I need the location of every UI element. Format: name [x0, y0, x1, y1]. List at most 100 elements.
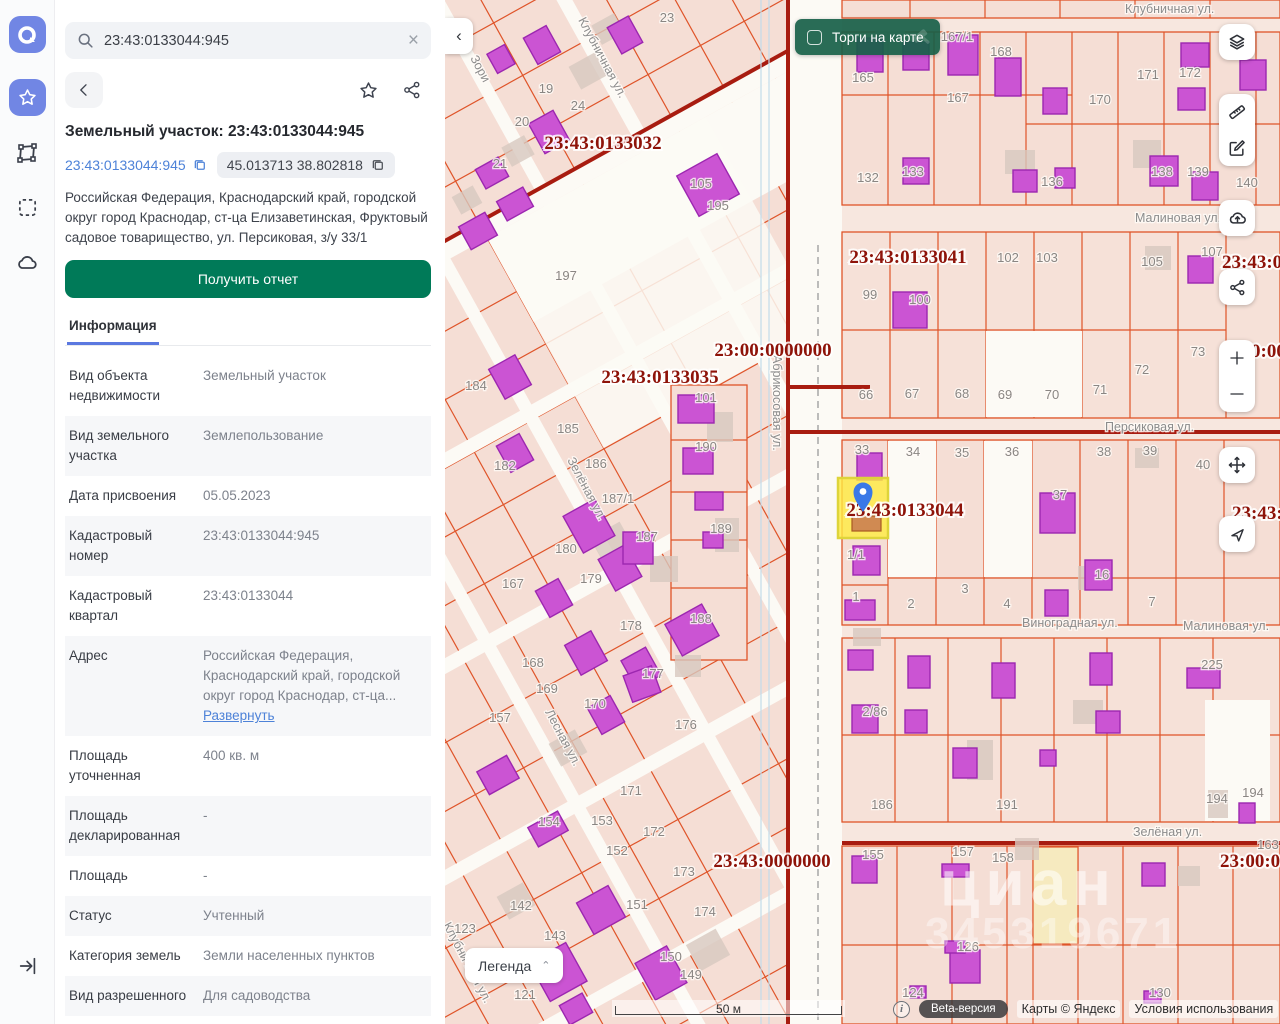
parcel-number: 38 — [1097, 444, 1111, 459]
table-row: Дата присвоения05.05.2023 — [65, 476, 431, 516]
cadastral-number-link[interactable]: 23:43:0133044:945 — [65, 157, 207, 173]
coordinates-chip[interactable]: 45.013713 38.802818 — [217, 152, 395, 178]
parcel-number: 167 — [947, 90, 969, 105]
favorite-button[interactable] — [349, 72, 387, 108]
parcel-number: 194 — [1206, 791, 1228, 806]
parcel-number: 2/86 — [862, 704, 887, 719]
building[interactable] — [1043, 88, 1067, 114]
clear-search-icon[interactable]: × — [408, 31, 419, 50]
share-map-button[interactable] — [1219, 269, 1255, 305]
parcel-number: 21 — [493, 156, 507, 171]
map-svg: 2319202421197184185186182187/11871901891… — [445, 0, 1280, 1024]
building[interactable] — [1240, 60, 1266, 90]
building[interactable] — [857, 453, 882, 480]
sidebar-item-polygon[interactable] — [9, 134, 46, 171]
parcel-number: 20 — [515, 114, 529, 129]
building[interactable] — [908, 656, 930, 688]
parcel-number: 103 — [1036, 250, 1058, 265]
upload-button[interactable] — [1219, 200, 1255, 236]
building[interactable] — [1045, 590, 1068, 616]
building[interactable] — [1013, 170, 1037, 192]
info-icon[interactable]: i — [893, 1001, 910, 1018]
legend-button[interactable]: Легенда ⌃ — [465, 948, 563, 983]
sidebar-item-cloud[interactable] — [9, 244, 46, 281]
building[interactable] — [1142, 863, 1165, 886]
share-button[interactable] — [393, 72, 431, 108]
row-label: Кадастровый квартал — [69, 586, 203, 626]
table-row: Площадь декларированная- — [65, 796, 431, 856]
copy-icon[interactable] — [371, 158, 385, 172]
parcel-number: 102 — [997, 250, 1019, 265]
parcel-number: 153 — [591, 813, 613, 828]
search-input[interactable] — [104, 33, 408, 49]
building[interactable] — [905, 710, 927, 733]
tab-information[interactable]: Информация — [67, 312, 159, 345]
building[interactable] — [848, 650, 873, 670]
parcel-number: 182 — [494, 458, 516, 473]
building[interactable] — [1040, 750, 1056, 766]
building[interactable] — [695, 492, 723, 510]
row-label: Площадь уточненная — [69, 746, 203, 786]
building[interactable] — [1090, 653, 1112, 685]
table-row: Кадастровый номер23:43:0133044:945 — [65, 516, 431, 576]
logout-button[interactable] — [9, 947, 46, 984]
app-logo[interactable] — [9, 16, 46, 53]
building[interactable] — [1181, 43, 1209, 67]
torgi-checkbox[interactable] — [807, 30, 822, 45]
sidebar-item-select-area[interactable] — [9, 189, 46, 226]
parcel-number: 168 — [990, 44, 1012, 59]
parcel-number: 185 — [557, 421, 579, 436]
sidebar-item-favorites[interactable] — [9, 79, 46, 116]
collapse-panel-button[interactable]: ‹ — [445, 18, 473, 54]
page-title: Земельный участок: 23:43:0133044:945 — [65, 123, 431, 141]
copy-icon[interactable] — [193, 158, 207, 172]
quarter-label: 0:0000000 — [1251, 341, 1280, 362]
building[interactable] — [995, 58, 1021, 96]
building-footprint — [650, 556, 678, 582]
pan-button[interactable] — [1219, 447, 1255, 483]
quarter-label: 23:43:0133041 — [849, 247, 966, 268]
parcel-number: 130 — [1149, 985, 1171, 1000]
zoom-out-button[interactable] — [1219, 376, 1255, 412]
back-chevron-icon — [76, 82, 92, 98]
parcel-number: 24 — [571, 98, 585, 113]
expand-address-link[interactable]: Развернуть — [203, 708, 275, 723]
parcel-number: 124 — [902, 985, 924, 1000]
search-bar[interactable]: × — [65, 22, 431, 59]
street-label: Абрикосовая ул. — [770, 355, 784, 451]
watermark-id: 345319671 — [925, 909, 1181, 958]
draw-button[interactable] — [1219, 130, 1255, 166]
parcel-number: 35 — [955, 445, 969, 460]
building[interactable] — [953, 748, 977, 778]
building[interactable] — [1178, 88, 1205, 110]
building[interactable] — [1188, 256, 1213, 283]
terms-link[interactable]: Условия использования — [1134, 1002, 1273, 1016]
parcel-number: 19 — [539, 81, 553, 96]
building[interactable] — [992, 663, 1015, 698]
share-icon — [402, 80, 422, 100]
gavel-icon — [908, 23, 934, 49]
parcel-number: 184 — [465, 378, 487, 393]
torgi-toggle[interactable]: Торги на карте — [795, 19, 940, 55]
building[interactable] — [1239, 803, 1255, 823]
layers-button[interactable] — [1219, 24, 1255, 60]
parcel-number: 107 — [1201, 244, 1223, 259]
locate-button[interactable] — [1219, 516, 1255, 552]
street-label: Зелёная ул. — [1133, 825, 1202, 839]
zoom-in-button[interactable] — [1219, 340, 1255, 376]
parcel-number: 36 — [1005, 444, 1019, 459]
back-button[interactable] — [65, 72, 103, 108]
yandex-copyright[interactable]: Карты © Яндекс — [1017, 1000, 1121, 1018]
building[interactable] — [1096, 711, 1120, 733]
parcel-number: 68 — [955, 386, 969, 401]
info-table: Вид объекта недвижимостиЗемельный участо… — [65, 356, 431, 1016]
parcel-number: 39 — [1143, 443, 1157, 458]
building[interactable] — [845, 600, 875, 620]
measure-button[interactable] — [1219, 94, 1255, 130]
get-report-button[interactable]: Получить отчет — [65, 260, 431, 298]
parcel-number: 167 — [502, 576, 524, 591]
parcel-number: 176 — [675, 717, 697, 732]
map-canvas[interactable]: 2319202421197184185186182187/11871901891… — [445, 0, 1280, 1024]
row-label: Вид земельного участка — [69, 426, 203, 466]
parcel-number: 189 — [710, 521, 732, 536]
